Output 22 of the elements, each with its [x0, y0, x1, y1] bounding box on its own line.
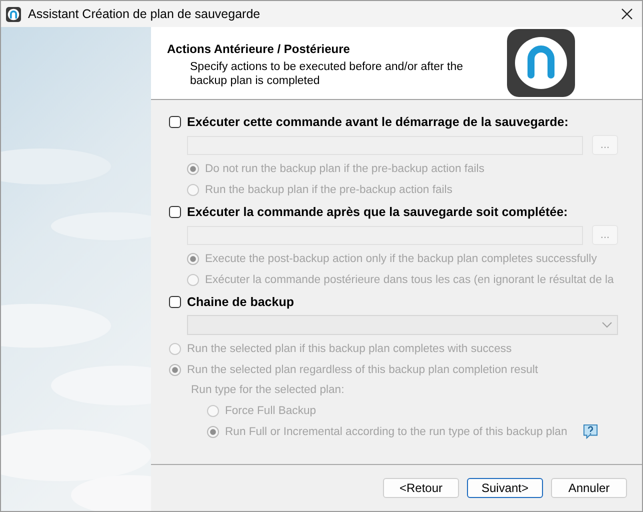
help-icon[interactable]	[583, 424, 598, 440]
radio-label: Run the selected plan if this backup plan completes with success	[187, 343, 512, 356]
app-icon	[6, 6, 21, 22]
checkbox-label: Exécuter la commande après que la sauvegarde soit complétée:	[187, 205, 568, 219]
radio-label: Execute the post-backup action only if the backup plan completes successfully	[205, 253, 597, 266]
checkbox-label: Exécuter cette commande avant le démarrage de la sauvegarde:	[187, 115, 568, 129]
close-icon[interactable]	[621, 8, 633, 20]
radio-label: Do not run the backup plan if the pre-backup action fails	[205, 163, 484, 176]
checkbox-label: Chaine de backup	[187, 295, 294, 309]
dialog-button[interactable]: Suivant>	[467, 478, 543, 498]
caret-icon	[602, 322, 612, 328]
page-subtitle: Specify actions to be executed before and/or after the backup plan is completed	[189, 60, 464, 88]
window-title: Assistant Création de plan de sauvegarde	[28, 7, 262, 21]
radio-label: Exécuter la commande postérieure dans tous les cas (en ignorant le résultat de la	[205, 274, 614, 286]
dialog-button[interactable]: <Retour	[383, 478, 459, 498]
radio-label: Run the selected plan regardless of this backup plan completion result	[187, 364, 538, 376]
radio-label: Run Full or Incremental according to the run type of this backup plan	[225, 426, 568, 438]
radio-label: Run the backup plan if the pre-backup action fails	[205, 184, 452, 196]
dialog-button[interactable]: Annuler	[551, 478, 627, 498]
radio-label: Force Full Backup	[225, 405, 316, 418]
page-title: Actions Antérieure / Postérieure	[167, 42, 351, 56]
run-type-label: Run type for the selected plan:	[190, 383, 346, 398]
